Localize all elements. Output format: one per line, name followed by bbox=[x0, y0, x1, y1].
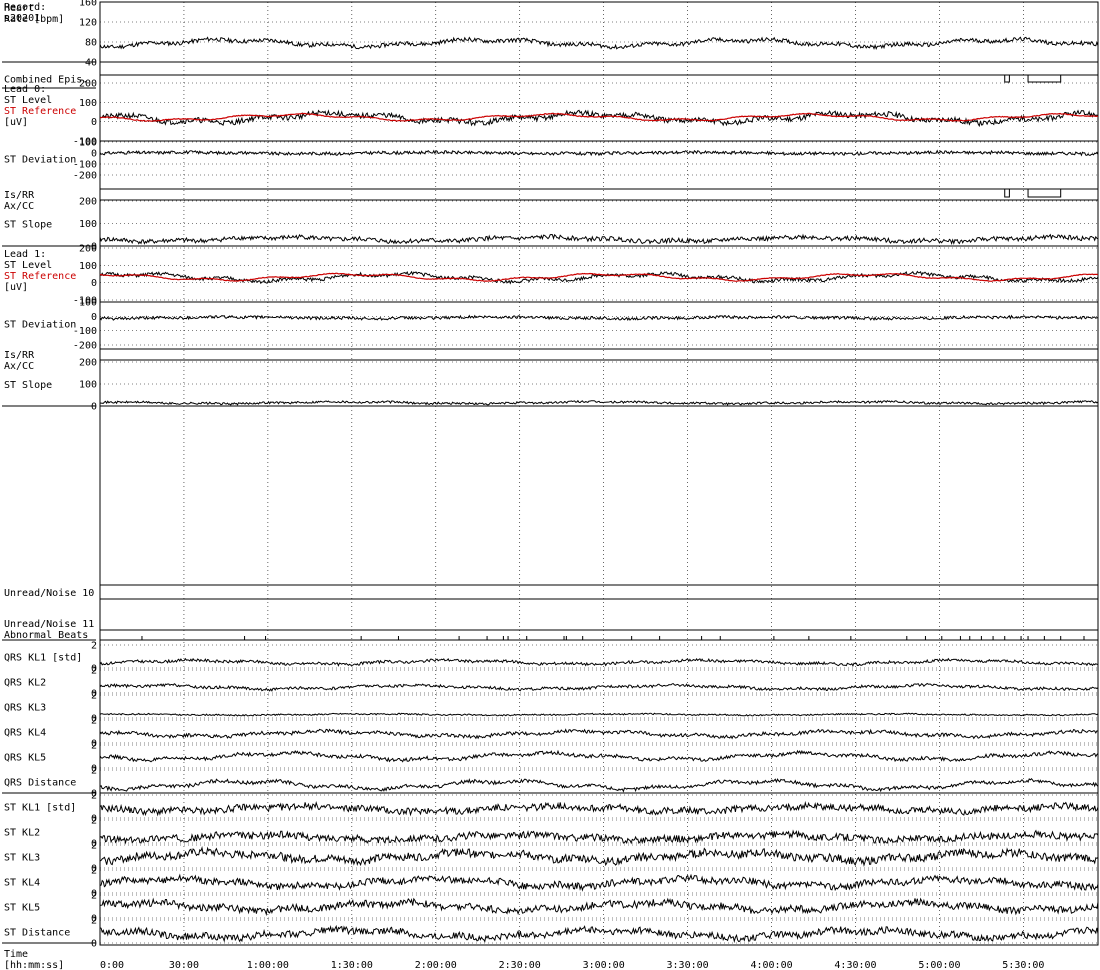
y-tick-label: 100 bbox=[79, 298, 97, 309]
panel-label: ST KL4 bbox=[4, 878, 40, 889]
y-tick-label: 2 bbox=[91, 741, 97, 752]
y-tick-label: -100 bbox=[73, 160, 97, 171]
time-axis-title: Time bbox=[4, 949, 28, 960]
time-tick-label: 4:30:00 bbox=[834, 960, 876, 970]
panel-label: Abnormal Beats bbox=[4, 630, 88, 641]
panel-label: Heart bbox=[4, 3, 34, 14]
time-tick-label: 1:30:00 bbox=[331, 960, 373, 970]
panel-label: [uV] bbox=[4, 117, 28, 128]
y-tick-label: 0 bbox=[91, 149, 97, 160]
y-tick-label: 200 bbox=[79, 197, 97, 208]
y-tick-label: 0 bbox=[91, 402, 97, 413]
panel-label: ST Reference bbox=[4, 271, 76, 282]
y-tick-label: 100 bbox=[79, 98, 97, 109]
panel-label: ST Level bbox=[4, 95, 52, 106]
panel-label: QRS KL5 bbox=[4, 753, 46, 764]
panel-label: ST Deviation bbox=[4, 155, 76, 166]
panel-label: [uV] bbox=[4, 282, 28, 293]
y-tick-label: -200 bbox=[73, 171, 97, 182]
y-tick-label: 0 bbox=[91, 117, 97, 128]
panel-label: ST KL3 bbox=[4, 853, 40, 864]
time-tick-label: 1:00:00 bbox=[247, 960, 289, 970]
panel-label: ST KL1 [std] bbox=[4, 803, 76, 814]
y-tick-label: 2 bbox=[91, 866, 97, 877]
y-tick-label: 160 bbox=[79, 0, 97, 9]
y-tick-label: -100 bbox=[73, 326, 97, 337]
y-tick-label: 2 bbox=[91, 691, 97, 702]
y-tick-label: 0 bbox=[91, 312, 97, 323]
time-tick-label: 3:30:00 bbox=[667, 960, 709, 970]
panel-label: Unread/Noise 11 bbox=[4, 619, 94, 630]
y-tick-label: 2 bbox=[91, 716, 97, 727]
y-tick-label: 100 bbox=[79, 219, 97, 230]
y-tick-label: 100 bbox=[79, 380, 97, 391]
time-axis-unit: [hh:mm:ss] bbox=[4, 960, 64, 970]
y-tick-label: 100 bbox=[79, 261, 97, 272]
panel-label: ST KL5 bbox=[4, 903, 40, 914]
y-tick-label: 100 bbox=[79, 138, 97, 149]
y-tick-label: 2 bbox=[91, 766, 97, 777]
time-tick-label: 5:00:00 bbox=[918, 960, 960, 970]
panel-label: QRS KL4 bbox=[4, 728, 46, 739]
y-tick-label: 80 bbox=[85, 38, 97, 49]
panel-label: QRS KL2 bbox=[4, 678, 46, 689]
y-tick-label: 200 bbox=[79, 244, 97, 255]
y-tick-label: 2 bbox=[91, 791, 97, 802]
panel-label: ST KL2 bbox=[4, 828, 40, 839]
y-tick-label: 120 bbox=[79, 18, 97, 29]
panel-label: QRS KL1 [std] bbox=[4, 653, 82, 664]
panel-label: ST Reference bbox=[4, 106, 76, 117]
time-tick-label: 2:30:00 bbox=[499, 960, 541, 970]
panel-label: Unread/Noise 10 bbox=[4, 588, 94, 599]
y-tick-label: 2 bbox=[91, 666, 97, 677]
panel-label: ST Level bbox=[4, 260, 52, 271]
panel-label: Rate [bpm] bbox=[4, 14, 64, 25]
y-tick-label: 2 bbox=[91, 841, 97, 852]
panel-label: ST Slope bbox=[4, 220, 52, 231]
y-tick-label: 40 bbox=[85, 58, 97, 69]
panel-label: Is/RR bbox=[4, 190, 35, 201]
panel-label: QRS KL3 bbox=[4, 703, 46, 714]
holter-trend-chart: Record: s20201 HeartRate [bpm]1601208040… bbox=[0, 0, 1100, 970]
time-tick-label: 30:00 bbox=[169, 960, 199, 970]
time-tick-label: 2:00:00 bbox=[415, 960, 457, 970]
time-tick-label: 4:00:00 bbox=[750, 960, 792, 970]
y-tick-label: 0 bbox=[91, 939, 97, 950]
panel-label: Ax/CC bbox=[4, 201, 34, 212]
time-tick-label: 3:00:00 bbox=[583, 960, 625, 970]
panel-label: Lead 0: bbox=[4, 84, 46, 95]
panel-label: QRS Distance bbox=[4, 778, 76, 789]
panel-label: ST Deviation bbox=[4, 320, 76, 331]
y-tick-label: 0 bbox=[91, 278, 97, 289]
y-tick-label: 2 bbox=[91, 816, 97, 827]
y-tick-label: 2 bbox=[91, 891, 97, 902]
panel-label: ST Slope bbox=[4, 380, 52, 391]
time-tick-label: 5:30:00 bbox=[1002, 960, 1044, 970]
time-tick-label: 0:00 bbox=[100, 960, 124, 970]
panel-label: ST Distance bbox=[4, 928, 70, 939]
y-tick-label: 2 bbox=[91, 641, 97, 652]
y-tick-label: 2 bbox=[91, 916, 97, 927]
panel-label: Lead 1: bbox=[4, 249, 46, 260]
panel-label: Is/RR bbox=[4, 350, 35, 361]
y-tick-label: 200 bbox=[79, 358, 97, 369]
y-tick-label: 200 bbox=[79, 79, 97, 90]
panel-label: Ax/CC bbox=[4, 361, 34, 372]
y-tick-label: -200 bbox=[73, 341, 97, 352]
chart-background bbox=[0, 0, 1100, 970]
